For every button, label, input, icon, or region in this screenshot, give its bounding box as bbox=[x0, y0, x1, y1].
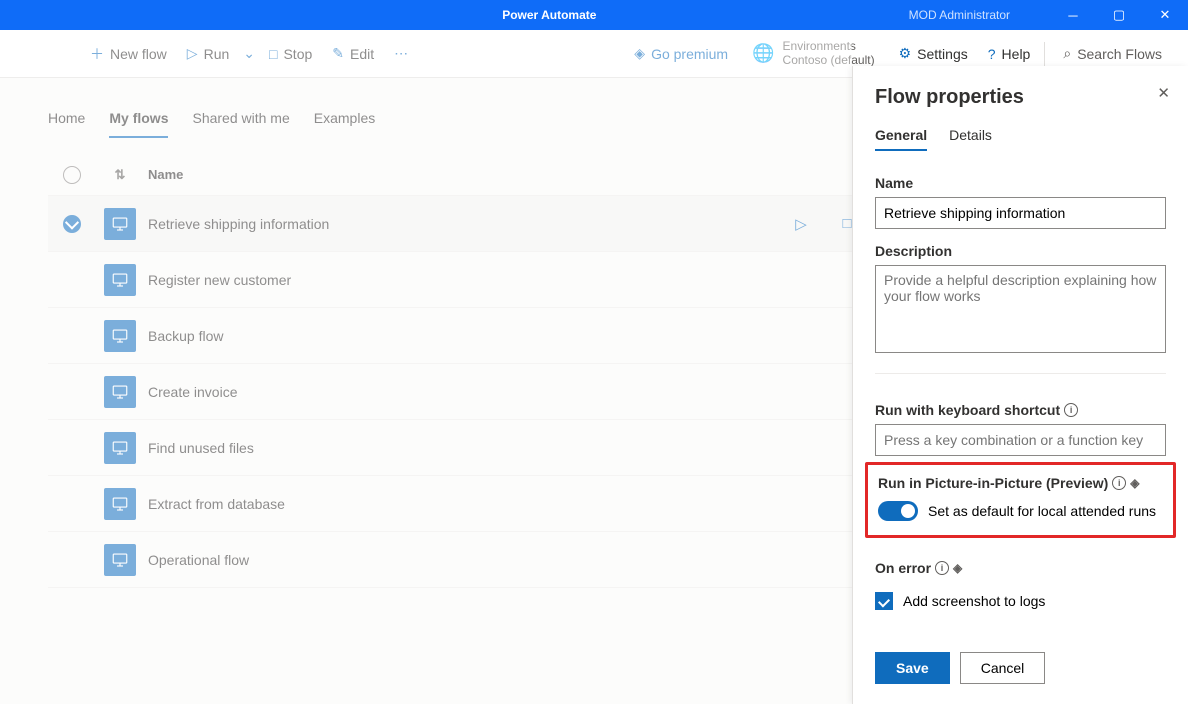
search-icon: ⌕ bbox=[1063, 45, 1071, 62]
desc-field-label: Description bbox=[875, 243, 1166, 259]
new-flow-label: New flow bbox=[110, 46, 167, 62]
flow-properties-panel: ✕ Flow properties General Details Name D… bbox=[852, 66, 1188, 704]
screenshot-checkbox[interactable] bbox=[875, 592, 893, 610]
tab-general[interactable]: General bbox=[875, 127, 927, 151]
info-icon[interactable]: i bbox=[935, 561, 949, 575]
flow-name: Find unused files bbox=[144, 440, 770, 456]
close-icon[interactable]: ✕ bbox=[1142, 0, 1188, 30]
flow-name: Retrieve shipping information bbox=[144, 216, 770, 232]
user-label: MOD Administrator bbox=[899, 8, 1050, 22]
run-button[interactable]: ▷ Run bbox=[177, 30, 239, 77]
play-icon: ▷ bbox=[187, 45, 198, 62]
maximize-icon[interactable]: ▢ bbox=[1096, 0, 1142, 30]
save-button[interactable]: Save bbox=[875, 652, 950, 684]
play-icon[interactable]: ▷ bbox=[791, 215, 811, 233]
help-icon: ? bbox=[988, 46, 996, 62]
flow-description-input[interactable] bbox=[875, 265, 1166, 353]
settings-label: Settings bbox=[917, 46, 968, 62]
stop-icon: □ bbox=[269, 46, 277, 62]
shortcut-input[interactable] bbox=[875, 424, 1166, 456]
flow-type-icon bbox=[104, 264, 136, 296]
name-field-label: Name bbox=[875, 175, 1166, 191]
stop-label: Stop bbox=[283, 46, 312, 62]
screenshot-checkbox-label: Add screenshot to logs bbox=[903, 593, 1045, 609]
sort-icon[interactable]: ⇅ bbox=[115, 167, 126, 183]
chevron-down-icon: ⌄ bbox=[243, 45, 255, 62]
info-icon[interactable]: i bbox=[1064, 403, 1078, 417]
select-all-radio[interactable] bbox=[63, 166, 81, 184]
go-premium-label: Go premium bbox=[651, 46, 728, 62]
flow-name: Create invoice bbox=[144, 384, 770, 400]
more-button[interactable]: ⋯ bbox=[384, 30, 418, 77]
gear-icon: ⚙ bbox=[899, 45, 912, 62]
globe-icon: 🌐 bbox=[752, 43, 774, 64]
name-header[interactable]: Name bbox=[144, 167, 770, 182]
flow-type-icon bbox=[104, 488, 136, 520]
run-label: Run bbox=[204, 46, 230, 62]
flow-type-icon bbox=[104, 320, 136, 352]
window-titlebar: Power Automate MOD Administrator ─ ▢ ✕ bbox=[0, 0, 1188, 30]
search-flows[interactable]: ⌕ Search Flows bbox=[1049, 45, 1176, 62]
flow-name: Register new customer bbox=[144, 272, 770, 288]
flow-name: Extract from database bbox=[144, 496, 770, 512]
go-premium-button[interactable]: ◈ Go premium bbox=[624, 30, 738, 77]
edit-label: Edit bbox=[350, 46, 374, 62]
flow-type-icon bbox=[104, 208, 136, 240]
search-placeholder: Search Flows bbox=[1077, 46, 1162, 62]
run-chevron[interactable]: ⌄ bbox=[239, 30, 259, 77]
panel-close-button[interactable]: ✕ bbox=[1157, 84, 1170, 102]
premium-icon: ◈ bbox=[1130, 476, 1139, 490]
flow-name: Backup flow bbox=[144, 328, 770, 344]
edit-button[interactable]: ✎ Edit bbox=[322, 30, 384, 77]
minimize-icon[interactable]: ─ bbox=[1050, 0, 1096, 30]
pip-label: Run in Picture-in-Picture (Preview) i ◈ bbox=[878, 475, 1163, 491]
pip-toggle-label: Set as default for local attended runs bbox=[928, 503, 1156, 519]
cancel-button[interactable]: Cancel bbox=[960, 652, 1046, 684]
flow-name-input[interactable] bbox=[875, 197, 1166, 229]
info-icon[interactable]: i bbox=[1112, 476, 1126, 490]
panel-title: Flow properties bbox=[875, 86, 1166, 109]
row-radio[interactable] bbox=[63, 215, 81, 233]
tab-home[interactable]: Home bbox=[48, 110, 85, 138]
tab-my-flows[interactable]: My flows bbox=[109, 110, 168, 138]
flow-type-icon bbox=[104, 432, 136, 464]
panel-tabs: General Details bbox=[875, 127, 1166, 151]
tab-examples[interactable]: Examples bbox=[314, 110, 375, 138]
flow-type-icon bbox=[104, 544, 136, 576]
on-error-label: On error i ◈ bbox=[875, 560, 1166, 576]
tab-shared[interactable]: Shared with me bbox=[192, 110, 289, 138]
shortcut-label: Run with keyboard shortcut i bbox=[875, 402, 1166, 418]
diamond-icon: ◈ bbox=[634, 45, 645, 62]
flow-type-icon bbox=[104, 376, 136, 408]
premium-icon: ◈ bbox=[953, 561, 962, 575]
ellipsis-icon: ⋯ bbox=[394, 45, 408, 62]
new-flow-button[interactable]: ＋ New flow bbox=[80, 30, 177, 77]
env-value: Contoso (default) bbox=[783, 54, 875, 67]
plus-icon: ＋ bbox=[90, 44, 104, 64]
pencil-icon: ✎ bbox=[332, 45, 344, 62]
tab-details[interactable]: Details bbox=[949, 127, 992, 151]
app-title: Power Automate bbox=[200, 8, 899, 22]
flow-name: Operational flow bbox=[144, 552, 770, 568]
env-label: Environments bbox=[783, 40, 875, 53]
pip-toggle[interactable] bbox=[878, 501, 918, 521]
help-label: Help bbox=[1002, 46, 1031, 62]
stop-button[interactable]: □ Stop bbox=[259, 30, 322, 77]
highlighted-section: Run in Picture-in-Picture (Preview) i ◈ … bbox=[865, 462, 1176, 538]
environment-picker[interactable]: 🌐 Environments Contoso (default) bbox=[738, 40, 888, 66]
